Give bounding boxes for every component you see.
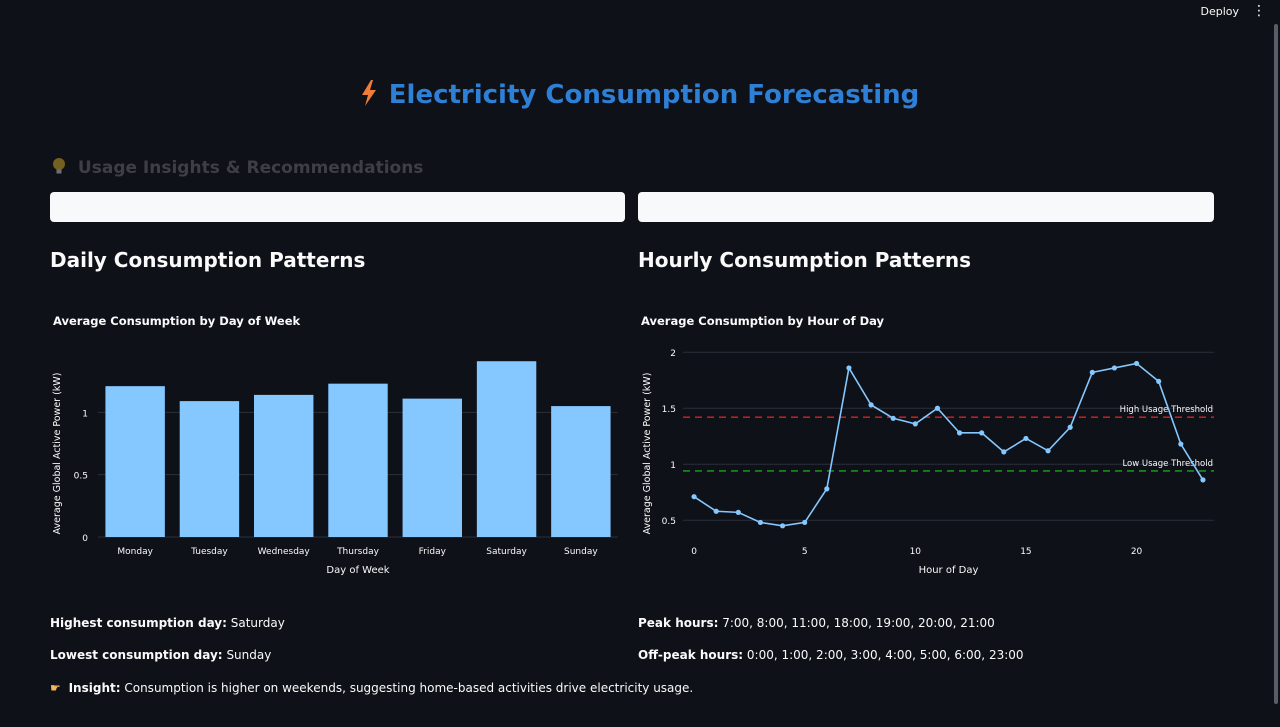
bar-sunday <box>551 406 611 537</box>
data-point <box>1001 449 1007 455</box>
x-tick-label: Monday <box>117 547 153 557</box>
y-tick-label: 0 <box>82 534 88 544</box>
bar-thursday <box>328 383 388 537</box>
insight-stat: ☛ Insight: Consumption is higher on week… <box>50 681 693 695</box>
data-point <box>735 509 741 515</box>
data-point <box>890 415 896 421</box>
section-title: Usage Insights & Recommendations <box>52 157 423 178</box>
hourly-heading: Hourly Consumption Patterns <box>638 248 972 272</box>
x-tick-label: Thursday <box>336 547 380 557</box>
lowest-day-stat: Lowest consumption day: Sunday <box>50 648 271 662</box>
page-title: Electricity Consumption Forecasting <box>0 80 1280 113</box>
x-tick-label: 0 <box>691 547 697 557</box>
section-title-text: Usage Insights & Recommendations <box>77 158 424 178</box>
data-point <box>1045 448 1051 454</box>
data-point <box>1156 378 1162 384</box>
x-tick-label: Wednesday <box>258 547 311 557</box>
data-point <box>824 486 830 492</box>
high-usage-threshold-label: High Usage Threshold <box>1120 405 1213 415</box>
data-point <box>956 430 963 436</box>
hourly-chart-title: Average Consumption by Hour of Day <box>641 314 885 328</box>
highest-day-value: Saturday <box>230 616 285 630</box>
low-usage-threshold-label: Low Usage Threshold <box>1122 459 1213 469</box>
bar-friday <box>402 398 462 537</box>
y-tick-label: 0.5 <box>74 472 88 482</box>
lowest-day-label: Lowest consumption day: <box>50 648 223 662</box>
data-point <box>713 508 719 514</box>
x-tick-label: 15 <box>1020 547 1031 557</box>
bar-saturday <box>476 361 537 537</box>
data-point <box>1133 360 1140 367</box>
peak-hours-value: 7:00, 8:00, 11:00, 18:00, 19:00, 20:00, … <box>722 616 995 630</box>
x-tick-label: 20 <box>1131 547 1143 557</box>
lowest-day-value: Sunday <box>226 648 272 662</box>
data-point <box>691 494 697 500</box>
y-axis-label: Average Global Active Power (kW) <box>642 373 653 535</box>
daily-heading: Daily Consumption Patterns <box>50 248 366 272</box>
x-tick-label: Tuesday <box>190 547 228 557</box>
x-tick-label: 10 <box>910 547 922 557</box>
x-tick-label: Friday <box>419 547 447 557</box>
lightning-icon <box>361 80 377 113</box>
x-axis-label: Hour of Day <box>919 565 979 576</box>
data-point <box>1023 435 1029 442</box>
data-point <box>912 421 918 427</box>
pointing-hand-icon: ☛ <box>50 681 61 695</box>
data-point <box>757 519 764 526</box>
data-point <box>1067 424 1073 430</box>
x-tick-label: Saturday <box>486 547 527 557</box>
more-vertical-icon[interactable]: ⋮ <box>1252 4 1266 18</box>
insight-label: Insight: <box>68 681 121 695</box>
offpeak-hours-value: 0:00, 1:00, 2:00, 3:00, 4:00, 5:00, 6:00… <box>746 648 1024 662</box>
bar-tuesday <box>179 401 240 537</box>
deploy-button[interactable]: Deploy <box>1200 5 1239 18</box>
y-axis-label: Average Global Active Power (kW) <box>52 373 63 535</box>
hourly-info-box <box>638 192 1214 222</box>
data-point <box>868 402 874 408</box>
hourly-line-chart: 0.511.520 5 10 15 20High Usage ThresholdLow … <box>642 349 1214 576</box>
peak-hours-stat: Peak hours: 7:00, 8:00, 11:00, 18:00, 19… <box>638 616 995 630</box>
scrollbar[interactable] <box>1274 24 1278 704</box>
data-point <box>1178 441 1184 447</box>
bar-monday <box>105 386 165 537</box>
data-point <box>846 365 852 371</box>
data-point <box>979 430 985 436</box>
light-bulb-icon <box>52 158 72 178</box>
data-point <box>1111 365 1118 371</box>
top-bar: Deploy ⋮ <box>0 0 1280 26</box>
page-title-text: Electricity Consumption Forecasting <box>388 80 920 110</box>
y-tick-label: 2 <box>670 349 676 359</box>
x-axis-label: Day of Week <box>326 565 389 576</box>
offpeak-hours-stat: Off-peak hours: 0:00, 1:00, 2:00, 3:00, … <box>638 648 1024 662</box>
insight-text: Consumption is higher on weekends, sugge… <box>124 681 694 695</box>
y-tick-label: 0.5 <box>662 517 676 527</box>
x-tick-label: 5 <box>802 547 808 557</box>
consumption-line <box>693 362 1204 527</box>
y-tick-label: 1.5 <box>662 405 676 415</box>
highest-day-label: Highest consumption day: <box>50 616 227 630</box>
daily-bar-chart: 0 0.5 1 Monday Tuesday Wednesday Thursday Frida… <box>52 361 618 576</box>
data-point <box>1200 477 1206 483</box>
peak-hours-label: Peak hours: <box>638 616 719 630</box>
bar-wednesday <box>254 394 314 537</box>
offpeak-hours-label: Off-peak hours: <box>638 648 744 662</box>
x-tick-label: Sunday <box>564 547 598 557</box>
y-tick-label: 1 <box>670 461 676 471</box>
data-point <box>779 523 786 529</box>
data-point <box>934 405 941 411</box>
y-tick-label: 1 <box>82 409 88 419</box>
highest-day-stat: Highest consumption day: Saturday <box>50 616 285 630</box>
daily-info-box <box>50 192 625 222</box>
data-point <box>802 519 808 526</box>
data-point <box>1089 369 1095 375</box>
daily-chart-title: Average Consumption by Day of Week <box>53 314 301 328</box>
